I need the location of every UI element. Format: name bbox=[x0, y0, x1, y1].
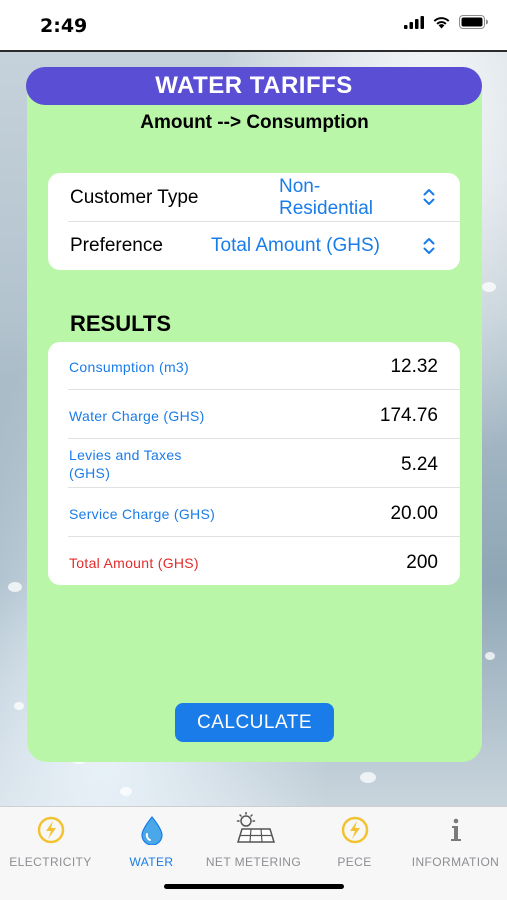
divider bbox=[68, 487, 460, 488]
tab-net-metering[interactable]: NET METERING bbox=[203, 812, 304, 870]
result-label-total: Total Amount (GHS) bbox=[69, 555, 199, 571]
lightning-icon bbox=[341, 816, 368, 844]
results-card: Consumption (m3) 12.32 Water Charge (GHS… bbox=[48, 342, 460, 585]
tab-label: PECE bbox=[337, 855, 372, 869]
customer-type-label: Customer Type bbox=[70, 187, 199, 208]
tab-water[interactable]: WATER bbox=[101, 815, 202, 870]
preference-label: Preference bbox=[70, 235, 163, 256]
status-time: 2:49 bbox=[40, 15, 88, 37]
divider bbox=[68, 536, 460, 537]
page-subtitle: Amount --> Consumption bbox=[140, 112, 369, 133]
options-card: Customer Type Non- Residential Preferenc… bbox=[48, 173, 460, 270]
result-row-consumption: Consumption (m3) 12.32 bbox=[48, 342, 460, 390]
lightning-icon bbox=[37, 816, 64, 844]
home-indicator bbox=[164, 884, 344, 889]
result-value: 12.32 bbox=[390, 356, 438, 377]
result-label: Consumption (m3) bbox=[69, 359, 189, 375]
results-heading: RESULTS bbox=[70, 311, 172, 336]
result-label: Levies and Taxes bbox=[69, 447, 182, 463]
status-icons bbox=[404, 15, 489, 29]
result-row-total: Total Amount (GHS) 200 bbox=[48, 538, 460, 586]
divider bbox=[68, 389, 460, 390]
result-label: Water Charge (GHS) bbox=[69, 408, 205, 424]
tab-label: NET METERING bbox=[205, 855, 302, 869]
chevron-up-down-icon[interactable] bbox=[422, 236, 436, 256]
battery-icon bbox=[459, 15, 488, 29]
tab-information[interactable]: INFORMATION bbox=[405, 815, 506, 870]
tab-label: ELECTRICITY bbox=[9, 855, 92, 869]
result-row-service-charge: Service Charge (GHS) 20.00 bbox=[48, 489, 460, 537]
tab-electricity[interactable]: ELECTRICITY bbox=[0, 815, 101, 870]
customer-type-row[interactable]: Customer Type Non- Residential bbox=[48, 173, 460, 222]
tab-label: INFORMATION bbox=[411, 855, 500, 869]
result-value: 174.76 bbox=[379, 405, 438, 426]
status-bar: 2:49 bbox=[0, 0, 507, 50]
result-value: 20.00 bbox=[390, 503, 438, 524]
preference-row[interactable]: Preference Total Amount (GHS) bbox=[48, 222, 460, 270]
tab-label: WATER bbox=[129, 855, 174, 869]
result-row-levies: Levies and Taxes (GHS) 5.24 bbox=[48, 440, 460, 488]
tab-pece[interactable]: PECE bbox=[304, 815, 405, 870]
info-icon bbox=[450, 818, 461, 841]
chevron-up-down-icon[interactable] bbox=[422, 187, 436, 207]
result-row-water-charge: Water Charge (GHS) 174.76 bbox=[48, 391, 460, 439]
signal-icon bbox=[404, 15, 424, 29]
water-drop-icon bbox=[140, 816, 163, 845]
result-label-line2: (GHS) bbox=[69, 465, 111, 481]
divider bbox=[68, 438, 460, 439]
result-label: Service Charge (GHS) bbox=[69, 506, 216, 522]
page-title: WATER TARIFFS bbox=[26, 67, 482, 105]
wifi-icon bbox=[433, 17, 450, 29]
result-value-total: 200 bbox=[406, 552, 438, 573]
result-value: 5.24 bbox=[401, 454, 438, 475]
calculate-button[interactable]: CALCULATE bbox=[175, 703, 334, 742]
solar-panel-icon bbox=[236, 812, 275, 843]
customer-type-value-line1[interactable]: Non- bbox=[279, 176, 320, 198]
preference-value[interactable]: Total Amount (GHS) bbox=[211, 235, 380, 257]
customer-type-value-line2[interactable]: Residential bbox=[279, 198, 373, 220]
